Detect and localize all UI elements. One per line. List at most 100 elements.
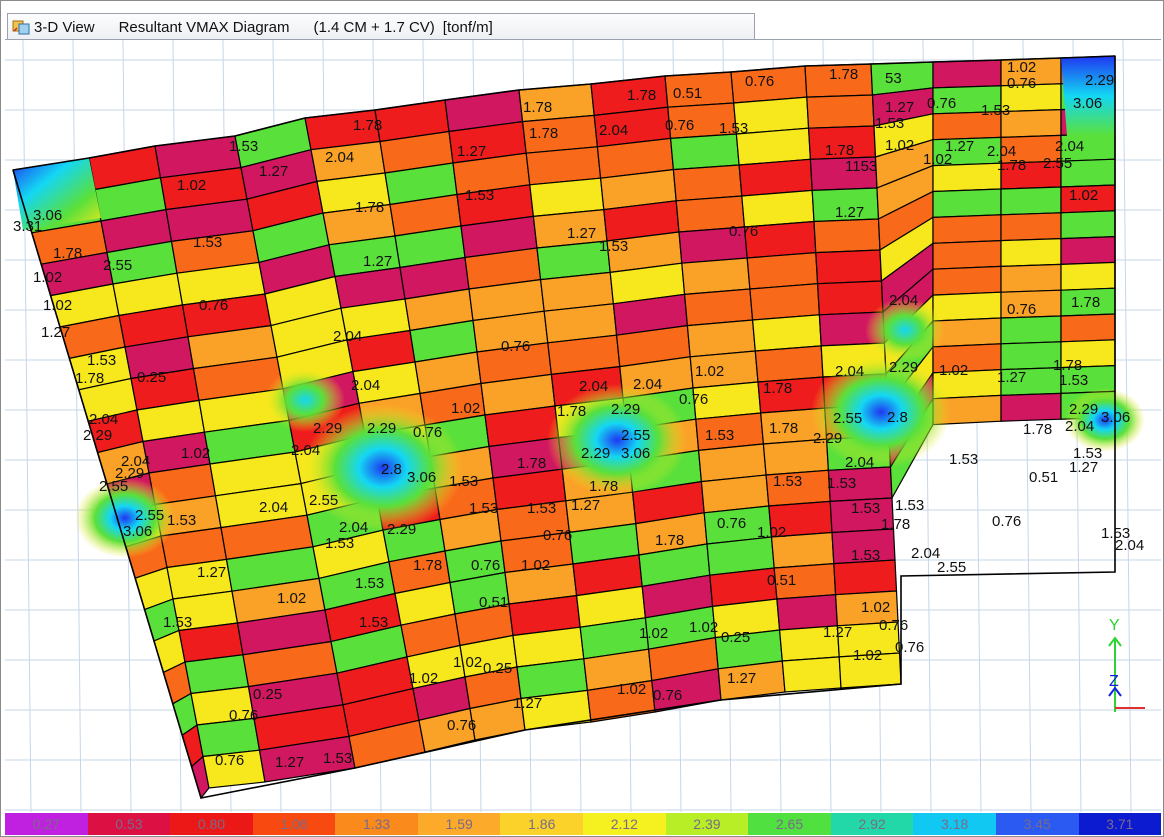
mesh-cell [1060, 313, 1116, 343]
contour-value: 2.29 [581, 445, 610, 462]
3d-view-icon [12, 20, 30, 35]
mesh-cell [746, 251, 819, 290]
hot-spot [811, 356, 951, 468]
contour-value: 1.53 [355, 575, 384, 592]
contour-value: 3.06 [407, 469, 436, 486]
mesh-cell [781, 656, 842, 693]
contour-value: 1.02 [689, 619, 718, 636]
contour-value: 1.78 [517, 455, 546, 472]
contour-value: 2.29 [1085, 72, 1114, 89]
contour-value: 1.27 [457, 143, 486, 160]
contour-value: 1.53 [705, 427, 734, 444]
contour-value: 1.02 [695, 363, 724, 380]
contour-value: 1.78 [763, 380, 792, 397]
contour-value: 1.02 [43, 297, 72, 314]
contour-value: 1.27 [259, 163, 288, 180]
mesh-cell [1000, 315, 1062, 345]
contour-value: 1.78 [881, 516, 910, 533]
contour-value: 1.78 [769, 420, 798, 437]
mesh-cell [932, 239, 1002, 270]
mesh-cell [754, 345, 824, 383]
contour-value: 1.27 [727, 670, 756, 687]
contour-value: 1.78 [589, 478, 618, 495]
legend-swatch: 2.92 [830, 813, 914, 835]
contour-value: 1.78 [413, 557, 442, 574]
contour-value: 1.02 [757, 524, 786, 541]
contour-value: 1.27 [275, 754, 304, 771]
analysis-window: 3-D View Resultant VMAX Diagram (1.4 CM … [0, 0, 1164, 837]
contour-value: 0.76 [653, 687, 682, 704]
contour-value: 0.76 [992, 513, 1021, 530]
contour-value: 1.02 [1069, 187, 1098, 204]
contour-value: 1.53 [851, 500, 880, 517]
contour-value: 0.76 [229, 707, 258, 724]
contour-value: 1.53 [949, 451, 978, 468]
contour-value: 2.29 [83, 427, 112, 444]
contour-value: 2.55 [1043, 155, 1072, 172]
legend-swatch: 0.53 [87, 813, 171, 835]
contour-value: 2.04 [1065, 418, 1094, 435]
contour-value: 0.51 [767, 572, 796, 589]
contour-value: 1.02 [453, 654, 482, 671]
mesh-cell [932, 59, 1002, 89]
contour-value: 0.76 [471, 557, 500, 574]
mesh-cell [1000, 341, 1062, 371]
contour-value: 0.76 [679, 391, 708, 408]
model-viewport[interactable]: 1.78 1.53 2.04 1.27 1.02 1.27 1.78 1.78 0.51 0.76… [5, 39, 1161, 812]
color-legend: 0.27 0.53 0.80 1.06 1.33 1.59 1.86 2.12 2.39 2.65… [5, 813, 1162, 835]
contour-value: 2.04 [89, 411, 118, 428]
contour-value: 0.51 [673, 85, 702, 102]
contour-value: 1.27 [1069, 459, 1098, 476]
contour-value: 1.02 [617, 681, 646, 698]
mesh-cell [741, 189, 815, 228]
contour-value: 2.04 [1055, 138, 1084, 155]
contour-value: 0.76 [1007, 75, 1036, 92]
mesh-cell [1000, 392, 1062, 422]
contour-value: 1.53 [465, 187, 494, 204]
mesh-cell [932, 265, 1002, 296]
contour-value: 2.29 [367, 420, 396, 437]
contour-value: 2.55 [99, 478, 128, 495]
contour-value: 53 [885, 70, 902, 87]
contour-value: 2.04 [259, 499, 288, 516]
mesh-cell [683, 288, 754, 327]
legend-swatch: 0.27 [5, 813, 88, 835]
mesh-cell [932, 214, 1002, 244]
grid-line [72, 40, 82, 812]
contour-value: 1.53 [851, 547, 880, 564]
contour-value: 0.76 [215, 752, 244, 769]
contour-value: 1.27 [571, 497, 600, 514]
contour-value: 2.29 [813, 430, 842, 447]
legend-swatch: 2.12 [583, 813, 666, 835]
contour-value: 1.78 [355, 199, 384, 216]
contour-value: 2.55 [135, 507, 164, 524]
mesh-cell [1060, 235, 1116, 266]
contour-value: 1.53 [193, 234, 222, 251]
contour-value: 1.78 [353, 117, 382, 134]
contour-value: 1.02 [451, 400, 480, 417]
mesh-cell [932, 291, 1002, 322]
contour-value: 2.04 [339, 519, 368, 536]
contour-value: 1.78 [627, 87, 656, 104]
legend-swatch: 1.06 [252, 813, 336, 835]
contour-plot[interactable]: 1.781.532.041.271.021.271.781.78 0.510.76… [5, 40, 1161, 812]
contour-value: 2.04 [835, 363, 864, 380]
mesh-cell [1000, 186, 1062, 216]
view-tab[interactable]: 3-D View Resultant VMAX Diagram (1.4 CM … [7, 13, 755, 40]
contour-value: 0.76 [447, 717, 476, 734]
contour-value: 1.53 [87, 352, 116, 369]
contour-value: 2.04 [1115, 537, 1144, 554]
contour-value: 1.78 [529, 125, 558, 142]
contour-value: 0.51 [479, 594, 508, 611]
legend-swatch: 0.80 [170, 813, 253, 835]
contour-value: 1.78 [53, 245, 82, 262]
contour-value: 0.25 [253, 686, 282, 703]
contour-value: 0.76 [745, 73, 774, 90]
mesh-cell [751, 314, 822, 352]
contour-value: 1.53 [875, 115, 904, 132]
contour-value: 1.53 [359, 614, 388, 631]
contour-value: 1.53 [1059, 372, 1088, 389]
contour-value: 0.76 [729, 223, 758, 240]
contour-value: 0.76 [717, 515, 746, 532]
contour-value: 1.78 [557, 403, 586, 420]
